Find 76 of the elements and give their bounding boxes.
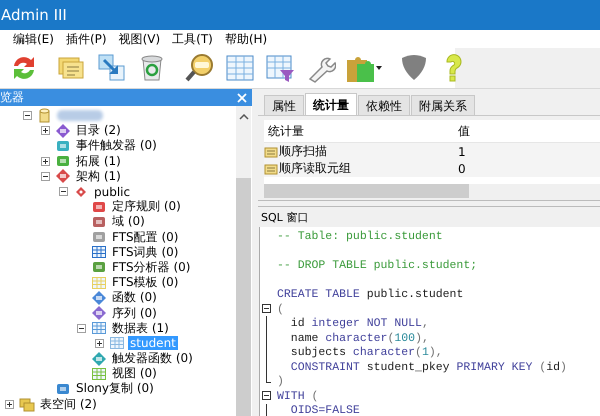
tree-item[interactable]: Slony复制 (0) (74, 380, 156, 398)
expander-icon[interactable] (41, 172, 50, 181)
close-icon (237, 92, 247, 102)
code-line: ( (276, 302, 284, 316)
menu-item[interactable]: 视图(V) (114, 30, 166, 48)
menu-item[interactable]: 帮助(H) (220, 30, 272, 48)
tree-item[interactable]: FTS分析器 (0) (110, 258, 192, 276)
folder-icon (19, 396, 35, 412)
panel-title: 览器 (0, 89, 24, 106)
window-title: Admin III (0, 6, 67, 24)
tree-item[interactable]: 目录 (2) (74, 122, 123, 140)
tab[interactable]: 附属关系 (411, 95, 475, 115)
menu-item[interactable]: 工具(T) (167, 30, 218, 48)
magnifier-icon (184, 52, 216, 84)
diamond-icon (55, 122, 71, 139)
table-cell: 顺序读取元组 (278, 160, 351, 177)
menu-item[interactable]: 插件(P) (60, 30, 112, 48)
expander-icon[interactable] (5, 400, 14, 409)
tree-item[interactable]: FTS词典 (0) (110, 244, 180, 261)
tree-item[interactable]: 架构 (1) (74, 168, 123, 185)
expander-icon[interactable] (41, 126, 50, 136)
tree-item[interactable]: 触发器函数 (0) (110, 350, 195, 368)
expander-icon[interactable] (23, 111, 32, 120)
expander-icon[interactable] (41, 156, 50, 166)
code-line: ) (276, 375, 284, 388)
code-line: CREATE TABLE public.student (276, 288, 464, 301)
tree-item[interactable]: 定序规则 (0) (110, 198, 183, 216)
column-header[interactable]: 值 (454, 122, 600, 140)
diamond-icon (91, 290, 107, 306)
counter-icon (264, 162, 278, 176)
expander-icon[interactable] (95, 338, 104, 348)
tree-item[interactable]: 事件触发器 (0) (74, 137, 159, 154)
tree-item[interactable]: 视图 (0) (110, 365, 159, 382)
code-line: -- DROP TABLE public.student; (276, 258, 478, 272)
table-cell-text: 1 (457, 144, 467, 158)
close-button[interactable] (237, 92, 247, 102)
tree-item[interactable]: FTS配置 (0) (110, 228, 180, 246)
code-line: -- Table: public.student (276, 230, 443, 243)
diamond-icon (91, 305, 107, 322)
table-cell-text: 0 (457, 162, 467, 176)
grid-icon (91, 244, 107, 260)
caret-icon (376, 66, 382, 70)
tree-item[interactable]: public (92, 184, 132, 199)
scroll-up-icon (238, 114, 248, 120)
code-line: id integer NOT NULL, (290, 317, 429, 330)
tree-item[interactable]: 域 (0) (110, 213, 147, 230)
scrollbar-thumb[interactable] (264, 184, 469, 198)
expander-icon[interactable] (59, 187, 68, 196)
table-cell: 顺序扫描 (278, 143, 327, 160)
counter-icon (264, 144, 278, 158)
tree-item[interactable]: 序列 (0) (110, 304, 159, 322)
pane-title: SQL 窗口 (260, 210, 310, 226)
menu-item[interactable]: 编辑(E) (8, 30, 59, 48)
tree-item[interactable]: 数据表 (1) (110, 320, 171, 337)
diamond-icon (91, 350, 107, 367)
expander-icon[interactable] (77, 324, 86, 333)
tab[interactable]: 属性 (264, 95, 304, 115)
code-line: CONSTRAINT student_pkey PRIMARY KEY (id) (290, 360, 567, 374)
diamond-icon (55, 168, 71, 184)
tree-item[interactable]: 表空间 (2) (38, 396, 99, 413)
tree-item[interactable]: 函数 (0) (110, 289, 159, 306)
grid-icon (91, 366, 107, 382)
tree-item[interactable]: 拓展 (1) (74, 152, 123, 170)
scrollbar[interactable] (236, 106, 251, 416)
code-editor[interactable] (259, 227, 600, 416)
tab[interactable]: 统计量 (305, 93, 357, 115)
column-header[interactable]: 统计量 (264, 122, 454, 140)
grid-icon (91, 274, 107, 291)
grid-icon (109, 335, 125, 352)
code-line: WITH ( (276, 390, 318, 403)
tree-item[interactable]: FTS模板 (0) (110, 274, 180, 292)
code-line: name character(100), (290, 332, 429, 345)
grid-icon (91, 320, 107, 336)
code-line: subjects character(1), (290, 346, 443, 360)
code-line: OIDS=FALSE (290, 404, 360, 416)
tab[interactable]: 依赖性 (358, 95, 410, 115)
